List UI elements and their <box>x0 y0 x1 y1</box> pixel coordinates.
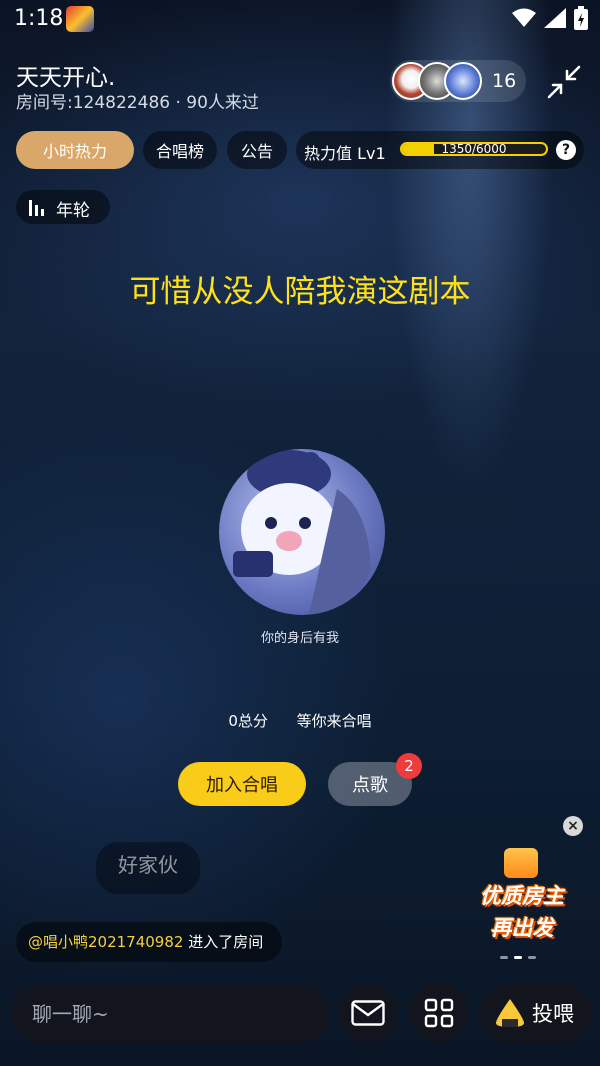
join-chorus-button[interactable]: 加入合唱 <box>178 762 306 806</box>
audience-count: 16 <box>492 70 517 92</box>
singer-avatar[interactable] <box>219 449 385 615</box>
audience-list[interactable]: 16 <box>390 60 526 102</box>
score-row: 0总分 等你来合唱 <box>0 710 600 731</box>
page-dot <box>528 956 536 959</box>
rice-ball-icon <box>496 999 524 1027</box>
rings-button[interactable]: 年轮 <box>16 190 110 224</box>
audience-avatar[interactable] <box>444 62 482 100</box>
notice-button[interactable]: 公告 <box>227 131 287 169</box>
heat-label: 热力值 Lv1 <box>304 144 386 163</box>
help-icon[interactable]: ? <box>556 140 576 160</box>
floating-message: 好家伙 <box>96 842 200 894</box>
entering-user[interactable]: @唱小鸭2021740982 <box>28 933 183 951</box>
room-name: 天天开心. <box>16 65 116 91</box>
app-notification-icon <box>66 6 94 32</box>
room-meta: 房间号:124822486 · 90人来过 <box>16 93 259 113</box>
feed-label: 投喂 <box>532 1002 574 1026</box>
current-lyric: 可惜从没人陪我演这剧本 <box>129 274 471 310</box>
song-count-badge: 2 <box>396 753 422 779</box>
gift-icon <box>504 848 538 878</box>
more-apps-button[interactable] <box>409 983 469 1043</box>
promo-pagination <box>500 956 536 959</box>
heat-level[interactable]: 热力值 Lv1 1350/6000 ? <box>296 131 584 169</box>
chorus-rank-button[interactable]: 合唱榜 <box>143 131 217 169</box>
bar-chart-icon <box>29 200 44 216</box>
battery-icon <box>574 6 588 30</box>
heat-progress-text: 1350/6000 <box>441 142 507 156</box>
song-title: 你的身后有我 <box>260 631 339 646</box>
page-dot-active <box>514 956 522 959</box>
feed-button[interactable]: 投喂 <box>480 983 592 1043</box>
status-time: 1:18 <box>14 6 64 31</box>
message-button[interactable] <box>338 983 398 1043</box>
wifi-icon <box>512 8 536 27</box>
total-score: 0总分 <box>228 712 268 730</box>
page-dot <box>500 956 508 959</box>
signal-icon <box>544 8 566 28</box>
mail-icon <box>351 1000 385 1026</box>
promo-line1: 优质房主 <box>480 884 564 908</box>
heat-progress-bar: 1350/6000 <box>400 142 548 156</box>
close-promo-icon[interactable]: × <box>563 816 583 836</box>
rings-label: 年轮 <box>56 201 90 221</box>
chat-input[interactable] <box>10 985 330 1043</box>
chorus-status: 等你来合唱 <box>296 712 372 730</box>
promo-line2: 再出发 <box>490 916 554 940</box>
minimize-icon[interactable] <box>546 64 582 100</box>
status-icons <box>512 6 588 30</box>
enter-room-message: @唱小鸭2021740982 进入了房间 <box>16 922 282 962</box>
grid-icon <box>424 998 454 1028</box>
promo-banner[interactable]: 优质房主 再出发 <box>470 842 574 948</box>
enter-text: 进入了房间 <box>183 933 264 951</box>
hourly-heat-button[interactable]: 小时热力 <box>16 131 134 169</box>
